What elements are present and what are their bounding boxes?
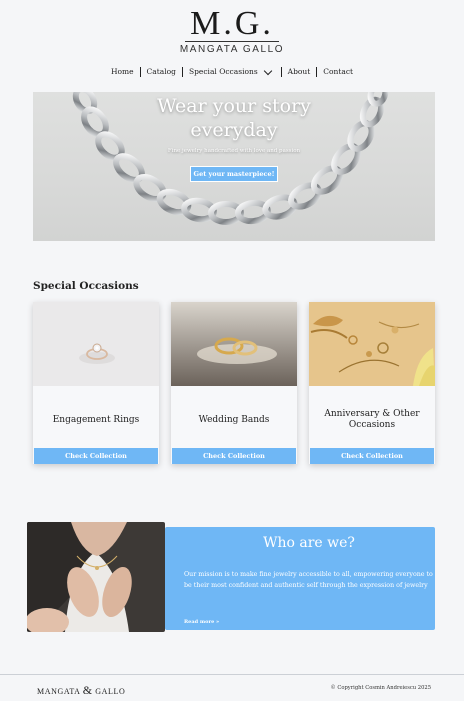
assorted-jewelry-image xyxy=(309,302,435,386)
about-text: Our mission is to make fine jewelry acce… xyxy=(184,571,433,589)
check-collection-button[interactable]: Check Collection xyxy=(172,448,296,464)
footer-brand-ampersand: & xyxy=(82,683,93,697)
hero-cta-button[interactable]: Get your masterpiece! xyxy=(190,166,278,182)
hero-banner: Wear your story everyday Fine jewelry ha… xyxy=(33,92,435,241)
hero-subtitle: Fine jewelry handcrafted with love and p… xyxy=(167,148,301,154)
about-panel: Who are we? Our mission is to make fine … xyxy=(165,527,435,630)
chevron-down-icon[interactable] xyxy=(263,66,272,75)
footer-brand[interactable]: Mangata & Gallo xyxy=(37,683,125,698)
special-occasions-heading: Special Occasions xyxy=(33,280,139,292)
footer: Mangata & Gallo © Copyright Cosmin Andre… xyxy=(0,674,464,701)
site-logo[interactable]: M.G. MANGATA GALLO xyxy=(0,5,464,56)
card-title: Wedding Bands xyxy=(198,414,270,425)
nav-special-occasions[interactable]: Special Occasions xyxy=(183,66,282,77)
card-title: Engagement Rings xyxy=(52,414,140,425)
read-more-link[interactable]: Read more » xyxy=(184,619,219,625)
card-title: Anniversary & Other Occasions xyxy=(324,409,420,430)
hero-title-line-2: everyday xyxy=(190,119,278,141)
about-title: Who are we? xyxy=(263,535,355,551)
hero-title: Wear your story everyday xyxy=(33,94,435,142)
main-nav: Home Catalog Special Occasions About Con… xyxy=(0,66,464,77)
nav-home[interactable]: Home xyxy=(105,67,141,77)
card-wedding-bands: Wedding Bands Check Collection xyxy=(171,302,297,464)
nav-catalog[interactable]: Catalog xyxy=(141,67,183,77)
hero-title-line-1: Wear your story xyxy=(157,95,311,117)
nav-about[interactable]: About xyxy=(282,67,318,77)
footer-brand-right: Gallo xyxy=(95,687,126,696)
wedding-bands-image xyxy=(171,302,297,386)
engagement-ring-image xyxy=(33,302,159,386)
nav-contact[interactable]: Contact xyxy=(317,67,359,77)
card-engagement-rings: Engagement Rings Check Collection xyxy=(33,302,159,464)
check-collection-button[interactable]: Check Collection xyxy=(310,448,434,464)
footer-brand-left: Mangata xyxy=(37,687,81,696)
logo-mark: M.G. xyxy=(190,5,274,42)
logo-subtitle: MANGATA GALLO xyxy=(179,44,285,55)
footer-copyright: © Copyright Cosmin Andreiescu 2025 xyxy=(330,685,431,691)
nav-special-occasions-label: Special Occasions xyxy=(188,67,258,76)
about-photo xyxy=(27,522,165,632)
card-anniversary-other-occasions: Anniversary & Other Occasions Check Coll… xyxy=(309,302,435,464)
check-collection-button[interactable]: Check Collection xyxy=(34,448,158,464)
